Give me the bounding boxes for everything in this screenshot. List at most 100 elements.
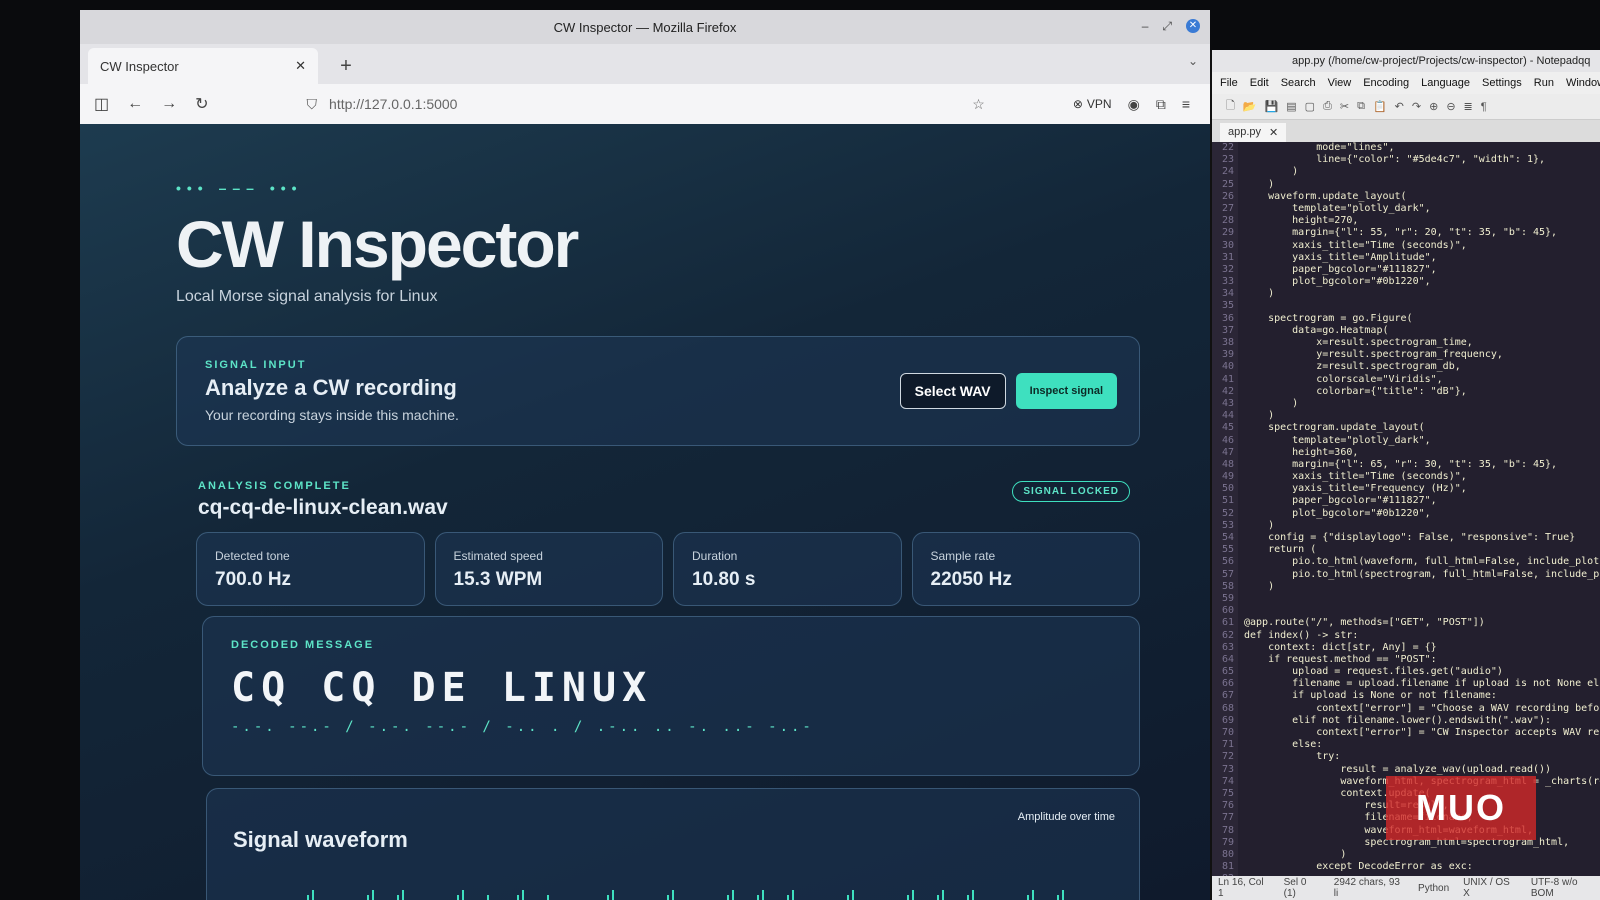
close-file-icon[interactable]: ▢ [1305,100,1315,113]
code-line[interactable]: 30 xaxis_title="Time (seconds)", [1212,240,1600,252]
new-file-icon[interactable]: 🗋 [1226,97,1235,116]
code-line[interactable]: 55 return ( [1212,544,1600,556]
code-line[interactable]: 37 data=go.Heatmap( [1212,325,1600,337]
code-line[interactable]: 33 plot_bgcolor="#0b1220", [1212,276,1600,288]
browser-tab[interactable]: CW Inspector ✕ [88,48,318,84]
sidebar-icon[interactable]: ◫ [94,94,109,114]
code-line[interactable]: 35 [1212,300,1600,312]
menu-search[interactable]: Search [1281,77,1316,89]
code-line[interactable]: 49 xaxis_title="Time (seconds)", [1212,471,1600,483]
code-line[interactable]: 65 upload = request.files.get("audio") [1212,666,1600,678]
url-text[interactable]: http://127.0.0.1:5000 [329,96,457,112]
minimize-icon[interactable]: – [1142,19,1149,34]
editor-tab-close-icon[interactable]: ✕ [1269,126,1278,139]
code-line[interactable]: 52 plot_bgcolor="#0b1220", [1212,508,1600,520]
menu-language[interactable]: Language [1421,77,1470,89]
code-line[interactable]: 71 else: [1212,739,1600,751]
code-line[interactable]: 62 def index() -> str: [1212,630,1600,642]
select-wav-button[interactable]: Select WAV [899,373,1006,409]
code-line[interactable]: 42 colorbar={"title": "dB"}, [1212,386,1600,398]
maximize-icon[interactable]: ⤢ [1162,19,1172,34]
code-line[interactable]: 28 height=270, [1212,215,1600,227]
code-line[interactable]: 29 margin={"l": 55, "r": 20, "t": 35, "b… [1212,227,1600,239]
code-line[interactable]: 22 mode="lines", [1212,142,1600,154]
code-line[interactable]: 73 result = analyze_wav(upload.read()) [1212,764,1600,776]
code-line[interactable]: 47 height=360, [1212,447,1600,459]
code-line[interactable]: 27 template="plotly_dark", [1212,203,1600,215]
code-line[interactable]: 58 ) [1212,581,1600,593]
code-line[interactable]: 51 paper_bgcolor="#111827", [1212,495,1600,507]
save-icon[interactable]: 💾 [1265,100,1279,113]
code-line[interactable]: 70 context["error"] = "CW Inspector acce… [1212,727,1600,739]
extensions-icon[interactable]: ⧉ [1156,96,1166,113]
cut-icon[interactable]: ✂ [1340,100,1349,113]
menu-window[interactable]: Window [1566,77,1600,89]
shield-icon[interactable]: ⛉ [307,96,318,113]
menu-run[interactable]: Run [1534,77,1554,89]
zoom-in-icon[interactable]: ⊕ [1429,100,1438,113]
pilcrow-icon[interactable]: ¶ [1481,101,1487,113]
code-line[interactable]: 64 if request.method == "POST": [1212,654,1600,666]
code-area[interactable]: 22 mode="lines", 23 line={"color": "#5de4… [1212,142,1600,876]
menu-icon[interactable]: ≡ [1182,96,1190,112]
menu-edit[interactable]: Edit [1250,77,1269,89]
code-line[interactable]: 54 config = {"displaylogo": False, "resp… [1212,532,1600,544]
code-line[interactable]: 23 line={"color": "#5de4c7", "width": 1}… [1212,154,1600,166]
save-all-icon[interactable]: ▤ [1286,100,1296,113]
undo-icon[interactable]: ↶ [1395,100,1404,113]
back-icon[interactable]: ← [127,95,143,113]
paste-icon[interactable]: 📋 [1373,100,1387,113]
code-line[interactable]: 59 [1212,593,1600,605]
code-line[interactable]: 45 spectrogram.update_layout( [1212,422,1600,434]
tab-close-icon[interactable]: ✕ [295,58,306,74]
waveform-plot[interactable]: 1 [277,877,1097,900]
redo-icon[interactable]: ↷ [1412,100,1421,113]
close-window-icon[interactable]: ✕ [1186,19,1200,33]
code-line[interactable]: 25 ) [1212,179,1600,191]
menu-encoding[interactable]: Encoding [1363,77,1409,89]
menu-file[interactable]: File [1220,77,1238,89]
inspect-signal-button[interactable]: Inspect signal [1015,373,1117,409]
code-line[interactable]: 44 ) [1212,410,1600,422]
code-line[interactable]: 43 ) [1212,398,1600,410]
code-line[interactable]: 72 try: [1212,751,1600,763]
new-tab-icon[interactable]: + [330,50,362,82]
code-line[interactable]: 60 [1212,605,1600,617]
forward-icon[interactable]: → [161,95,177,113]
code-line[interactable]: 57 pio.to_html(spectrogram, full_html=Fa… [1212,569,1600,581]
bookmark-star-icon[interactable]: ☆ [972,96,985,113]
editor-tab[interactable]: app.py ✕ [1220,123,1287,142]
code-line[interactable]: 24 ) [1212,166,1600,178]
reload-icon[interactable]: ↻ [195,94,208,114]
code-line[interactable]: 50 yaxis_title="Frequency (Hz)", [1212,483,1600,495]
tab-list-chevron-icon[interactable]: ⌄ [1188,54,1198,68]
code-line[interactable]: 40 z=result.spectrogram_db, [1212,361,1600,373]
url-bar[interactable]: ⛉ http://127.0.0.1:5000 ☆ [307,96,1055,113]
code-line[interactable]: 31 yaxis_title="Amplitude", [1212,252,1600,264]
code-line[interactable]: 53 ) [1212,520,1600,532]
copy-icon[interactable]: ⧉ [1357,100,1365,113]
code-line[interactable]: 56 pio.to_html(waveform, full_html=False… [1212,556,1600,568]
wrap-icon[interactable]: ≣ [1464,100,1473,113]
zoom-out-icon[interactable]: ⊖ [1446,100,1455,113]
print-icon[interactable]: ⎙ [1323,100,1332,113]
code-line[interactable]: 63 context: dict[str, Any] = {} [1212,642,1600,654]
code-line[interactable]: 39 y=result.spectrogram_frequency, [1212,349,1600,361]
code-line[interactable]: 48 margin={"l": 65, "r": 30, "t": 35, "b… [1212,459,1600,471]
code-line[interactable]: 67 if upload is None or not filename: [1212,690,1600,702]
code-line[interactable]: 41 colorscale="Viridis", [1212,374,1600,386]
code-line[interactable]: 38 x=result.spectrogram_time, [1212,337,1600,349]
code-line[interactable]: 80 ) [1212,849,1600,861]
menu-settings[interactable]: Settings [1482,77,1522,89]
code-line[interactable]: 68 context["error"] = "Choose a WAV reco… [1212,703,1600,715]
code-line[interactable]: 81 except DecodeError as exc: [1212,861,1600,873]
code-line[interactable]: 34 ) [1212,288,1600,300]
menu-view[interactable]: View [1328,77,1352,89]
code-line[interactable]: 32 paper_bgcolor="#111827", [1212,264,1600,276]
code-line[interactable]: 61 @app.route("/", methods=["GET", "POST"… [1212,617,1600,629]
open-file-icon[interactable]: 📂 [1243,100,1257,113]
account-icon[interactable]: ◉ [1128,96,1140,113]
code-line[interactable]: 46 template="plotly_dark", [1212,435,1600,447]
vpn-button[interactable]: ⊗ VPN [1073,97,1112,111]
code-line[interactable]: 66 filename = upload.filename if upload … [1212,678,1600,690]
